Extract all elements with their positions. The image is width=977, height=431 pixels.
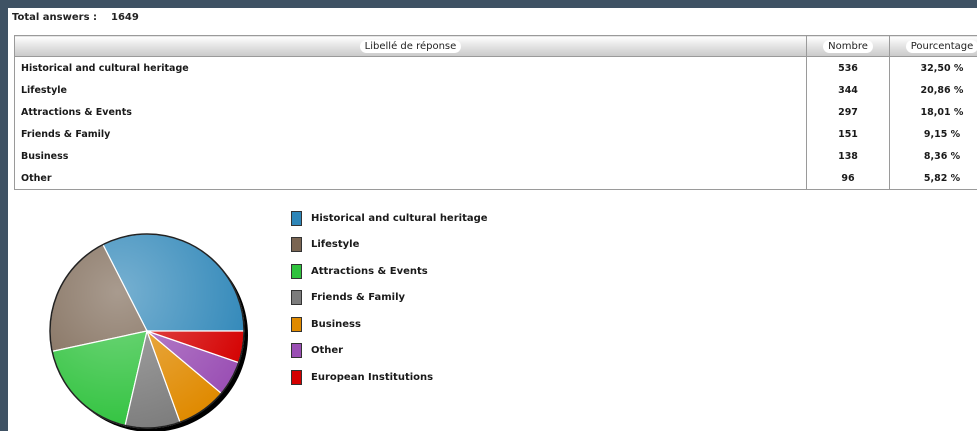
- table-header-row: Libellé de réponse Nombre Pourcentage: [14, 35, 977, 57]
- pie-outline: [49, 233, 245, 429]
- row-label: Lifestyle: [14, 79, 807, 101]
- table-row: Friends & Family 151 9,15 %: [14, 123, 977, 145]
- answers-table: Libellé de réponse Nombre Pourcentage Hi…: [14, 35, 977, 190]
- row-count: 138: [806, 145, 890, 167]
- total-value: 1649: [111, 12, 139, 23]
- legend-swatch: [291, 210, 302, 226]
- legend-label: Historical and cultural heritage: [311, 212, 488, 224]
- row-percent: 8,36 %: [889, 145, 977, 167]
- total-answers: Total answers : 1649: [12, 12, 139, 23]
- table-row: Historical and cultural heritage 536 32,50…: [14, 56, 977, 79]
- row-percent: 5,82 %: [889, 167, 977, 190]
- row-count: 344: [806, 79, 890, 101]
- total-label: Total answers :: [12, 12, 98, 23]
- legend-label: Other: [311, 345, 344, 357]
- table-row: Business 138 8,36 %: [14, 145, 977, 167]
- legend-item: Other: [291, 338, 488, 365]
- legend-item: Lifestyle: [291, 232, 488, 259]
- chart-legend: Historical and cultural heritage Lifestyl…: [291, 205, 488, 391]
- row-count: 151: [806, 123, 890, 145]
- legend-swatch: [291, 263, 302, 279]
- legend-item: Friends & Family: [291, 285, 488, 312]
- legend-swatch: [291, 290, 302, 306]
- legend-swatch: [291, 316, 302, 332]
- row-percent: 32,50 %: [889, 56, 977, 79]
- row-count: 297: [806, 101, 890, 123]
- legend-label: Friends & Family: [311, 292, 406, 304]
- table-row: Other 96 5,82 %: [14, 167, 977, 190]
- legend-swatch: [291, 237, 302, 253]
- legend-swatch: [291, 343, 302, 359]
- legend-item: Business: [291, 311, 488, 338]
- legend-item: Attractions & Events: [291, 258, 488, 285]
- row-count: 96: [806, 167, 890, 190]
- header-percent[interactable]: Pourcentage: [889, 35, 977, 57]
- row-label: Attractions & Events: [14, 101, 807, 123]
- row-percent: 20,86 %: [889, 79, 977, 101]
- table-row: Attractions & Events 297 18,01 %: [14, 101, 977, 123]
- row-percent: 9,15 %: [889, 123, 977, 145]
- legend-swatch: [291, 369, 302, 385]
- legend-item: Historical and cultural heritage: [291, 205, 488, 232]
- legend-label: European Institutions: [311, 371, 434, 383]
- header-count[interactable]: Nombre: [806, 35, 890, 57]
- row-label: Business: [14, 145, 807, 167]
- report-panel: Total answers : 1649 Libellé de réponse N…: [8, 8, 977, 431]
- row-percent: 18,01 %: [889, 101, 977, 123]
- legend-label: Business: [311, 318, 361, 330]
- header-label[interactable]: Libellé de réponse: [14, 35, 807, 57]
- row-label: Friends & Family: [14, 123, 807, 145]
- row-count: 536: [806, 56, 890, 79]
- legend-label: Attractions & Events: [311, 265, 428, 277]
- legend-label: Lifestyle: [311, 239, 360, 251]
- row-label: Other: [14, 167, 807, 190]
- row-label: Historical and cultural heritage: [14, 56, 807, 79]
- table-row: Lifestyle 344 20,86 %: [14, 79, 977, 101]
- legend-item: European Institutions: [291, 364, 488, 391]
- pie-chart: [49, 233, 248, 431]
